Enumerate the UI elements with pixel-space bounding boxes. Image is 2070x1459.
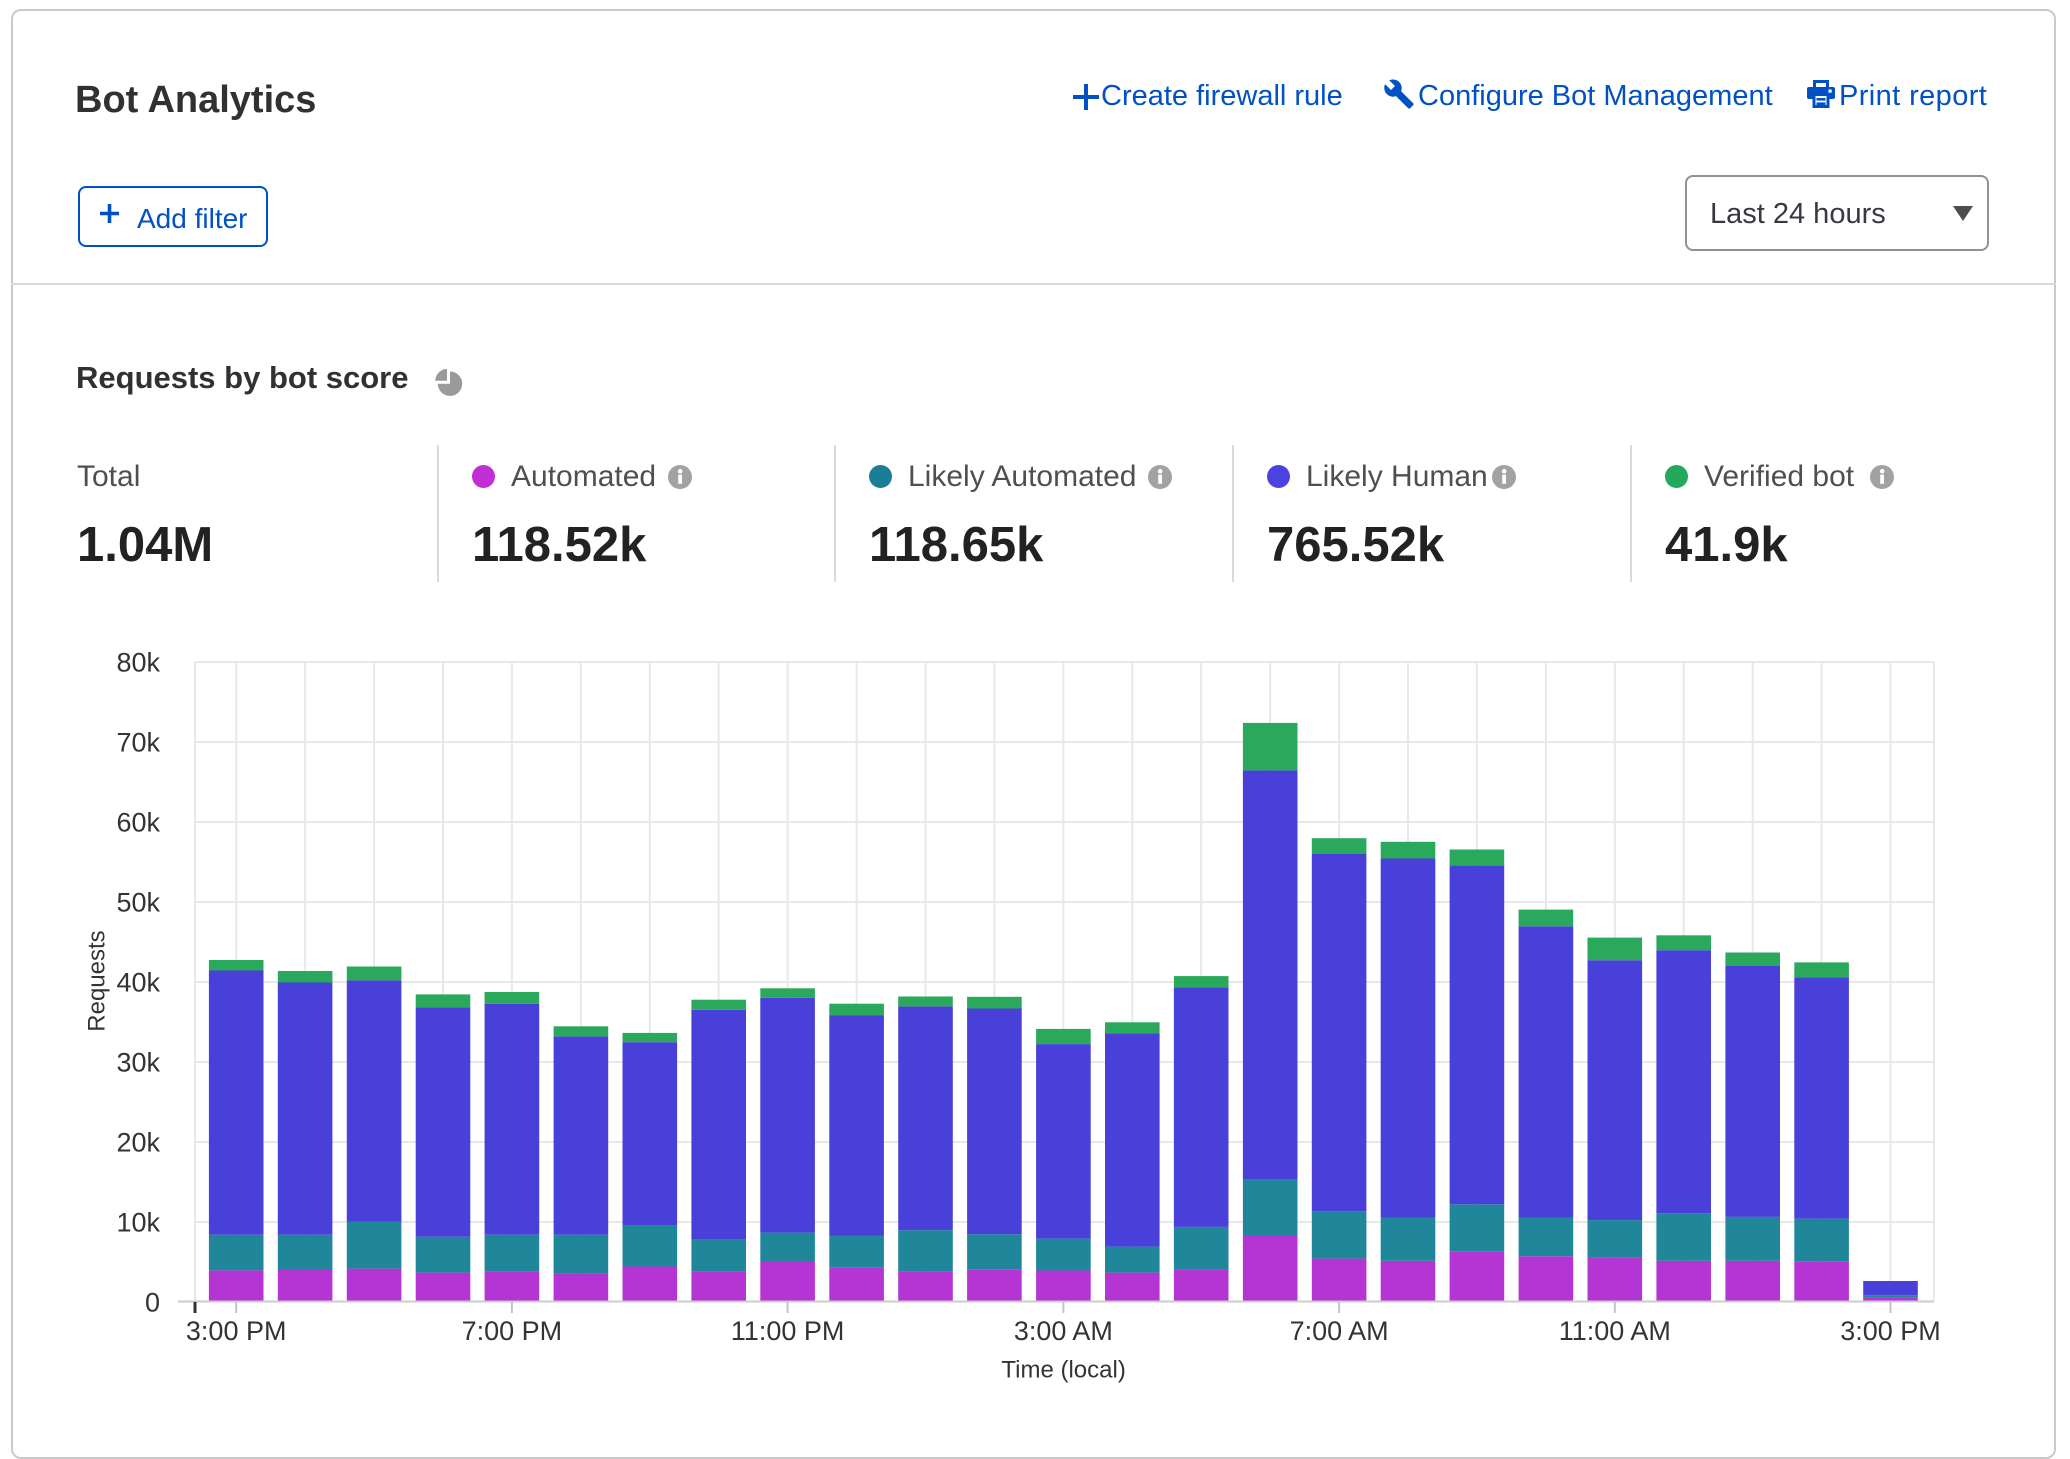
svg-text:11:00 AM: 11:00 AM <box>1559 1316 1671 1346</box>
svg-text:50k: 50k <box>116 888 160 918</box>
svg-text:40k: 40k <box>116 968 160 998</box>
svg-text:0: 0 <box>145 1288 160 1318</box>
svg-text:10k: 10k <box>116 1208 160 1238</box>
svg-text:Time (local): Time (local) <box>1001 1357 1125 1384</box>
svg-text:3:00 PM: 3:00 PM <box>1840 1316 1941 1346</box>
svg-text:Requests: Requests <box>84 930 111 1031</box>
svg-text:30k: 30k <box>116 1048 160 1078</box>
svg-text:3:00 AM: 3:00 AM <box>1014 1316 1113 1346</box>
svg-text:70k: 70k <box>116 728 160 758</box>
svg-text:20k: 20k <box>116 1128 160 1158</box>
svg-text:7:00 PM: 7:00 PM <box>462 1316 563 1346</box>
svg-text:60k: 60k <box>116 808 160 838</box>
svg-text:80k: 80k <box>116 648 160 678</box>
svg-text:3:00 PM: 3:00 PM <box>186 1316 287 1346</box>
svg-text:7:00 AM: 7:00 AM <box>1290 1316 1389 1346</box>
svg-text:11:00 PM: 11:00 PM <box>731 1316 845 1346</box>
